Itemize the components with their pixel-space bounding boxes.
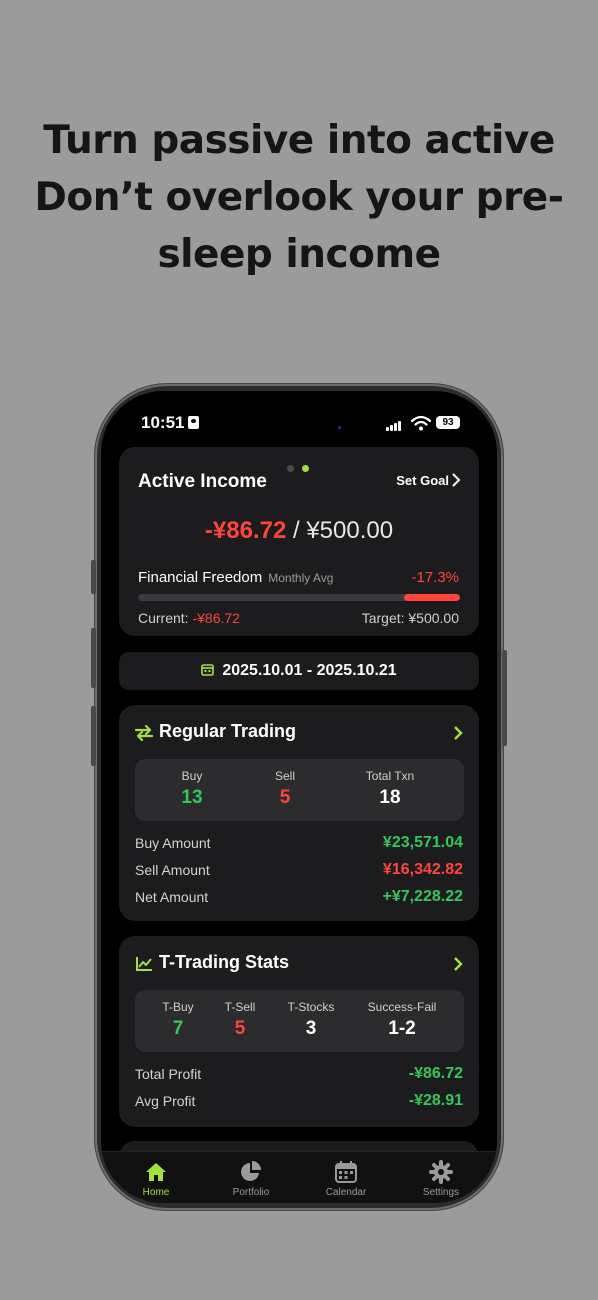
tab-home[interactable]: Home [116, 1160, 196, 1198]
stat-sell: Sell 5 [274, 769, 295, 808]
active-income-card[interactable]: Active Income Set Goal -¥86.72 / ¥500.00… [119, 447, 479, 636]
current-label: Current: -¥86.72 [138, 610, 240, 626]
cellular-signal-icon [386, 418, 402, 436]
total-profit-value: -¥86.72 [408, 1065, 463, 1082]
t-trading-title: T-Trading Stats [159, 952, 290, 972]
current-amount: -¥86.72 [192, 610, 240, 626]
freedom-progress-fill [404, 594, 460, 601]
net-amount-label: Net Amount [135, 889, 209, 905]
avg-profit-label: Avg Profit [135, 1093, 196, 1109]
pie-chart-icon [241, 1161, 261, 1181]
app-screen: 10:51 93 Active Income Set Goal -¥86.72 … [101, 391, 497, 1203]
stat-t-sell: T-Sell 5 [224, 1000, 256, 1039]
regular-trading-stats: Buy 13 Sell 5 Total Txn 18 [135, 759, 464, 821]
target-income-value: ¥500.00 [306, 517, 394, 544]
home-icon [146, 1163, 166, 1181]
amount-separator: / [292, 517, 300, 544]
stat-t-buy: T-Buy 7 [162, 1000, 194, 1039]
power-button [502, 650, 507, 746]
marketing-headline: Turn passive into active Don’t overlook … [0, 112, 598, 283]
date-range-text: 2025.10.01 - 2025.10.21 [222, 662, 397, 679]
volume-down-button [91, 706, 96, 766]
gear-icon [429, 1160, 453, 1184]
tab-portfolio[interactable]: Portfolio [211, 1160, 291, 1198]
net-amount-value: +¥7,228.22 [382, 888, 463, 905]
swap-arrows-icon [135, 725, 153, 741]
total-profit-label: Total Profit [135, 1066, 202, 1082]
stat-buy: Buy 13 [181, 769, 203, 808]
monthly-avg-label: Monthly Avg [268, 571, 334, 585]
camera-dot [338, 426, 341, 429]
headline-line-2: Don’t overlook your pre- [34, 175, 564, 220]
chart-trend-icon [136, 957, 152, 971]
stat-t-stocks: T-Stocks 3 [287, 1000, 335, 1039]
stat-total-txn: Total Txn 18 [365, 769, 415, 808]
contact-card-icon [188, 416, 200, 429]
sell-amount-value: ¥16,342.82 [382, 861, 463, 878]
current-income-value: -¥86.72 [204, 517, 287, 544]
freedom-percent: -17.3% [411, 569, 459, 586]
buy-amount-label: Buy Amount [135, 835, 211, 851]
tab-settings[interactable]: Settings [401, 1160, 481, 1198]
t-trading-stats: T-Buy 7 T-Sell 5 T-Stocks 3 Success-Fail… [135, 990, 464, 1052]
t-trading-card[interactable]: T-Trading Stats T-Buy 7 T-Sell 5 T-Stock… [119, 936, 479, 1127]
headline-line-3: sleep income [157, 232, 441, 277]
page-dot-active [302, 465, 309, 472]
freedom-progress-bar [138, 594, 460, 601]
wifi-icon [411, 415, 431, 431]
page-dot [287, 465, 294, 472]
chevron-right-icon[interactable] [453, 956, 463, 972]
status-time: 10:51 [141, 413, 200, 433]
tab-bar: Home Portfolio Calendar Settings [101, 1151, 497, 1203]
target-label: Target: ¥500.00 [361, 610, 459, 626]
page-indicator [287, 459, 317, 477]
action-button [91, 560, 96, 594]
chevron-right-icon[interactable] [453, 725, 463, 741]
avg-profit-value: -¥28.91 [408, 1092, 463, 1109]
set-goal-button[interactable]: Set Goal [396, 473, 449, 488]
battery-indicator: 93 [436, 416, 460, 429]
calendar-icon [335, 1161, 357, 1183]
headline-line-1: Turn passive into active [43, 118, 555, 163]
calendar-icon [201, 664, 215, 676]
regular-trading-title: Regular Trading [159, 721, 297, 741]
buy-amount-value: ¥23,571.04 [382, 834, 463, 851]
volume-up-button [91, 628, 96, 688]
stat-success-fail: Success-Fail 1-2 [367, 1000, 437, 1039]
date-range-selector[interactable]: 2025.10.01 - 2025.10.21 [119, 652, 479, 690]
status-bar: 10:51 93 [101, 391, 497, 447]
income-title: Active Income [138, 471, 267, 492]
chevron-right-icon[interactable] [451, 473, 461, 487]
sell-amount-label: Sell Amount [135, 862, 210, 878]
income-amount: -¥86.72 / ¥500.00 [119, 517, 479, 545]
regular-trading-card[interactable]: Regular Trading Buy 13 Sell 5 Total Txn … [119, 705, 479, 921]
financial-freedom-label: Financial Freedom Monthly Avg [138, 569, 334, 586]
tab-calendar[interactable]: Calendar [306, 1160, 386, 1198]
